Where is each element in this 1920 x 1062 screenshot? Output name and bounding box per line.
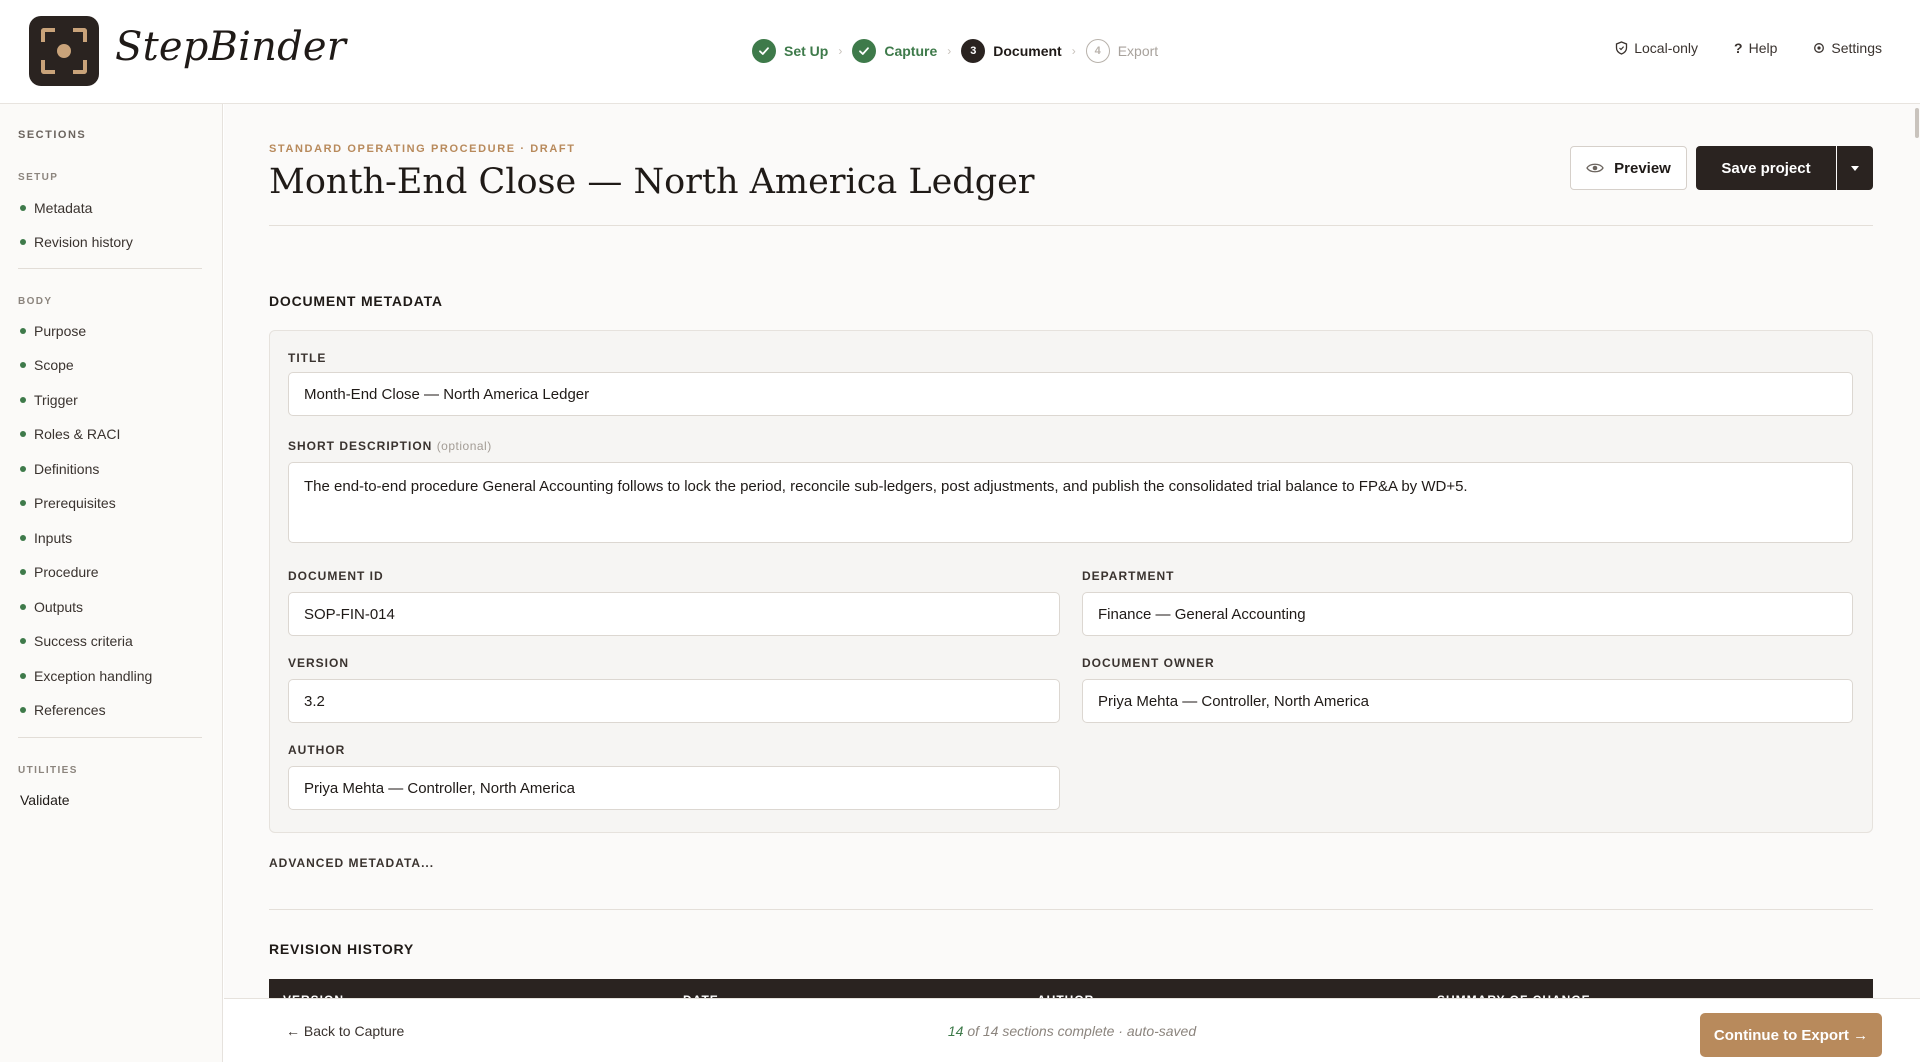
sidebar-item-inputs[interactable]: Inputs	[20, 529, 72, 547]
sidebar-item-procedure[interactable]: Procedure	[20, 563, 99, 581]
progress-status: 14 of 14 sections complete · auto-saved	[947, 1023, 1197, 1039]
help-button[interactable]: ? Help	[1734, 40, 1777, 56]
check-icon	[852, 39, 877, 63]
sidebar-item-prerequisites[interactable]: Prerequisites	[20, 494, 116, 512]
sidebar-group-setup: SETUP	[18, 172, 59, 183]
step-label: Set Up	[784, 43, 829, 59]
sidebar-item-trigger[interactable]: Trigger	[20, 391, 78, 409]
local-only-button[interactable]: Local-only	[1615, 40, 1698, 56]
preview-button[interactable]: Preview	[1570, 146, 1687, 190]
sidebar-group-body: BODY	[18, 296, 53, 307]
continue-to-export-button[interactable]: Continue to Export →	[1700, 1013, 1882, 1057]
sidebar-group-utilities: UTILITIES	[18, 765, 78, 776]
department-field[interactable]: Finance — General Accounting	[1082, 592, 1853, 636]
author-field[interactable]: Priya Mehta — Controller, North America	[288, 766, 1060, 810]
chevron-right-icon: ›	[838, 44, 843, 58]
version-field[interactable]: 3.2	[288, 679, 1060, 723]
complete-dot-icon	[20, 638, 26, 644]
complete-dot-icon	[20, 239, 26, 245]
step-capture[interactable]: Capture	[852, 39, 937, 63]
sidebar-title: SECTIONS	[18, 129, 87, 141]
complete-dot-icon	[20, 431, 26, 437]
step-set-up[interactable]: Set Up	[752, 39, 828, 63]
version-label: VERSION	[288, 656, 350, 670]
settings-button[interactable]: Settings	[1813, 40, 1882, 56]
footer-bar: ← Back to Capture 14 of 14 sections comp…	[224, 998, 1920, 1062]
shield-icon	[1616, 41, 1628, 55]
complete-dot-icon	[20, 466, 26, 472]
description-field-label: SHORT DESCRIPTION (optional)	[288, 439, 492, 453]
complete-dot-icon	[20, 535, 26, 541]
department-label: DEPARTMENT	[1082, 569, 1175, 583]
document-owner-field[interactable]: Priya Mehta — Controller, North America	[1082, 679, 1853, 723]
complete-dot-icon	[20, 707, 26, 713]
sidebar-item-roles-raci[interactable]: Roles & RACI	[20, 425, 120, 443]
help-label: Help	[1748, 40, 1778, 56]
sections-sidebar: SECTIONS SETUP Metadata Revision history…	[0, 104, 223, 1062]
step-export[interactable]: 4 Export	[1085, 39, 1159, 63]
step-label: Document	[993, 43, 1062, 59]
settings-label: Settings	[1831, 40, 1882, 56]
title-divider	[269, 225, 1873, 226]
chevron-right-icon: ›	[947, 44, 952, 58]
title-field[interactable]: Month-End Close — North America Ledger	[288, 372, 1853, 416]
sections-complete-count: 14	[947, 1023, 964, 1039]
step-label: Capture	[884, 43, 938, 59]
sidebar-item-outputs[interactable]: Outputs	[20, 598, 83, 616]
sidebar-item-exception-handling[interactable]: Exception handling	[20, 667, 152, 685]
brand-name: StepBinder	[115, 24, 347, 70]
sidebar-item-success-criteria[interactable]: Success criteria	[20, 632, 133, 650]
document-owner-label: DOCUMENT OWNER	[1082, 656, 1215, 670]
sidebar-item-purpose[interactable]: Purpose	[20, 322, 86, 340]
revision-history-heading: REVISION HISTORY	[269, 941, 415, 957]
complete-dot-icon	[20, 362, 26, 368]
chevron-down-icon	[1851, 165, 1859, 171]
page-title: Month-End Close — North America Ledger	[269, 162, 1035, 202]
step-number: 4	[1085, 39, 1110, 63]
document-status-eyebrow: STANDARD OPERATING PROCEDURE · DRAFT	[269, 143, 576, 155]
document-editor: STANDARD OPERATING PROCEDURE · DRAFT Mon…	[224, 104, 1920, 1015]
save-project-button[interactable]: Save project	[1696, 146, 1836, 190]
document-id-label: DOCUMENT ID	[288, 569, 384, 583]
eye-icon	[1586, 163, 1604, 173]
metadata-card: TITLE Month-End Close — North America Le…	[269, 330, 1873, 833]
title-field-label: TITLE	[288, 351, 327, 365]
top-actions: Local-only ? Help Settings	[1615, 40, 1882, 56]
complete-dot-icon	[20, 673, 26, 679]
metadata-heading: DOCUMENT METADATA	[269, 293, 443, 309]
author-label: AUTHOR	[288, 743, 346, 757]
description-field[interactable]: The end-to-end procedure General Account…	[288, 462, 1853, 543]
sidebar-item-definitions[interactable]: Definitions	[20, 460, 99, 478]
complete-dot-icon	[20, 569, 26, 575]
sidebar-item-scope[interactable]: Scope	[20, 356, 74, 374]
logo-icon	[29, 16, 99, 86]
document-id-field[interactable]: SOP-FIN-014	[288, 592, 1060, 636]
preview-label: Preview	[1614, 159, 1671, 177]
sidebar-divider	[18, 737, 202, 738]
check-icon	[752, 39, 776, 63]
complete-dot-icon	[20, 500, 26, 506]
section-divider	[269, 909, 1873, 910]
question-icon: ?	[1734, 40, 1743, 56]
complete-dot-icon	[20, 604, 26, 610]
step-label: Export	[1117, 43, 1159, 59]
sidebar-divider	[18, 268, 202, 269]
complete-dot-icon	[20, 328, 26, 334]
app-header: StepBinder Set Up › Capture › 3 Document…	[0, 0, 1920, 104]
sidebar-item-revision-history[interactable]: Revision history	[20, 233, 133, 251]
sidebar-item-validate[interactable]: Validate	[20, 792, 70, 808]
scrollbar[interactable]	[1915, 108, 1919, 138]
sidebar-item-metadata[interactable]: Metadata	[20, 199, 92, 217]
local-only-label: Local-only	[1634, 40, 1699, 56]
save-options-button[interactable]	[1837, 146, 1873, 190]
step-document[interactable]: 3 Document	[961, 39, 1062, 63]
chevron-right-icon: ›	[1071, 44, 1076, 58]
advanced-metadata-toggle[interactable]: ADVANCED METADATA...	[269, 856, 434, 870]
complete-dot-icon	[20, 205, 26, 211]
sidebar-item-references[interactable]: References	[20, 701, 106, 719]
complete-dot-icon	[20, 397, 26, 403]
step-number: 3	[961, 39, 986, 63]
progress-stepper: Set Up › Capture › 3 Document › 4 Export	[752, 38, 1158, 64]
gear-icon	[1814, 43, 1825, 53]
